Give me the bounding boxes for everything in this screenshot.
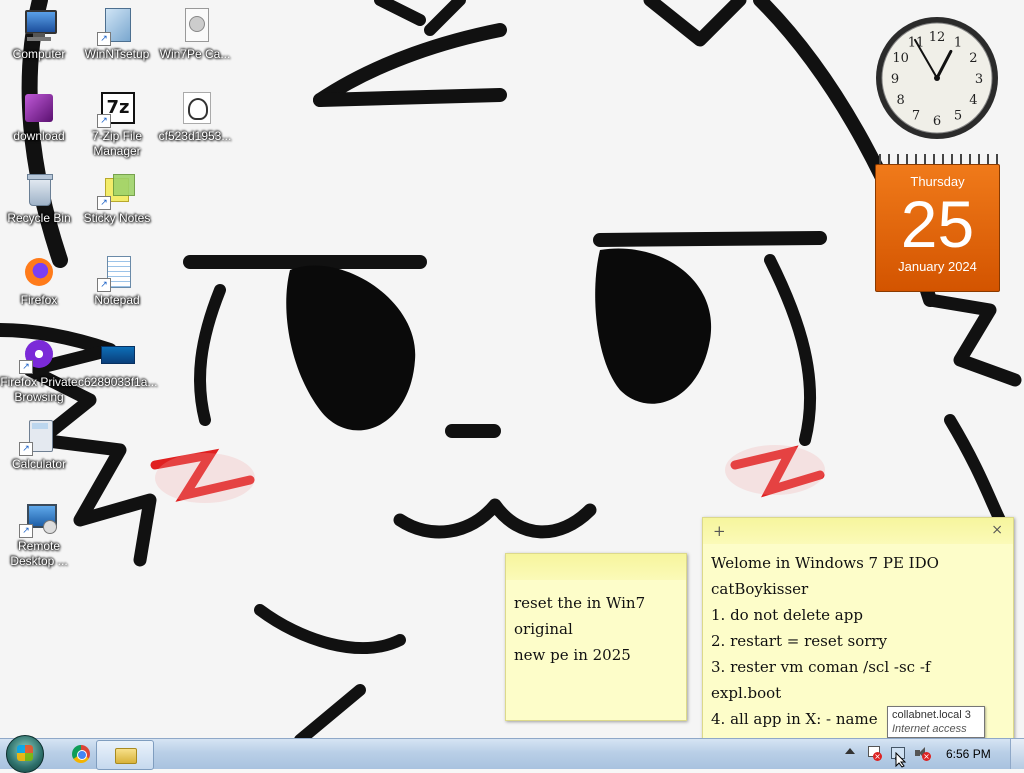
7zip-icon: 7z ↗ [97,90,135,128]
calendar-page: Thursday 25 January 2024 [875,164,1000,292]
clock-number: 10 [892,51,909,66]
folder-icon [115,748,137,764]
desktop-icon-firefox[interactable]: Firefox [0,250,78,308]
taskbar-clock[interactable]: 6:56 PM [946,747,991,761]
desktop-icon-firefox-private[interactable]: ↗ Firefox Private Browsing [0,332,78,405]
mouse-cursor-icon [895,752,907,768]
desktop-icon-remote-desktop[interactable]: ↗ Remote Desktop ... [0,496,78,569]
desktop-icon-computer[interactable]: Computer [0,4,78,62]
sticky-notes-icon: ↗ [97,172,135,210]
show-hidden-icons-button[interactable] [845,748,855,754]
installer-icon: ↗ [97,8,135,46]
firefox-private-icon: ↗ [19,336,57,374]
desktop-icon-win7pe-ca[interactable]: Win7Pe Ca... [156,4,234,62]
firefox-icon [21,254,57,290]
clock-gadget[interactable]: 123456789101112 [874,15,1000,141]
new-note-button[interactable]: + [713,522,726,540]
clock-number: 9 [891,72,899,87]
network-tooltip: collabnet.local 3 Internet access [887,706,985,738]
tooltip-network-status: Internet access [892,723,967,735]
taskbar: × × 6:56 PM [0,735,1024,773]
volume-muted-icon[interactable]: × [914,745,931,761]
start-button[interactable] [6,735,44,773]
taskbar-explorer-button[interactable] [96,740,154,770]
clock-number: 6 [933,114,941,129]
notepad-icon: ↗ [97,254,135,292]
image-thumbnail-icon [99,336,135,372]
sticky-note-1[interactable]: reset the in Win7 original new pe in 202… [505,553,687,721]
clock-number: 8 [896,93,904,108]
clock-number: 4 [969,93,977,108]
computer-icon [21,8,57,44]
calendar-gadget[interactable]: Thursday 25 January 2024 [875,154,1000,292]
clock-number: 7 [912,108,920,123]
clock-number: 1 [954,36,962,51]
tooltip-network-name: collabnet.local 3 [892,709,971,721]
sticky-note-titlebar[interactable]: + × [703,518,1013,544]
desktop-icon-recycle-bin[interactable]: Recycle Bin [0,168,78,226]
desktop-icon-winntsetup[interactable]: ↗ WinNTsetup [78,4,156,62]
desktop-icon-7zip[interactable]: 7z ↗ 7-Zip File Manager [78,86,156,159]
clock-number: 5 [954,108,962,123]
image-file-icon [177,90,213,126]
action-center-flag-icon[interactable]: × [866,745,882,761]
clock-number: 12 [929,30,946,45]
calendar-day: 25 [900,187,975,261]
desktop-icon-download[interactable]: download [0,86,78,144]
desktop-icon-sticky-notes[interactable]: ↗ Sticky Notes [78,168,156,226]
desktop-icon-notepad[interactable]: ↗ Notepad [78,250,156,308]
delete-note-button[interactable]: × [991,522,1003,538]
desktop-icon-c6289033f1a[interactable]: c6289033f1a... [78,332,157,390]
desktop-icon-cf523d1953[interactable]: cf523d1953... [156,86,234,144]
desktop-icon-calculator[interactable]: ↗ Calculator [0,414,78,472]
recycle-bin-icon [21,172,57,208]
file-icon [177,8,213,44]
windows-logo-icon [17,745,33,761]
sticky-note-text[interactable]: reset the in Win7 original new pe in 202… [506,580,686,678]
remote-desktop-icon: ↗ [19,500,57,538]
clock-number: 3 [975,72,983,87]
media-icon [21,90,57,126]
calculator-icon: ↗ [19,418,57,456]
calendar-month-year: January 2024 [898,259,977,274]
sticky-note-titlebar[interactable] [506,554,686,580]
show-desktop-button[interactable] [1010,739,1024,769]
clock-number: 2 [969,51,977,66]
